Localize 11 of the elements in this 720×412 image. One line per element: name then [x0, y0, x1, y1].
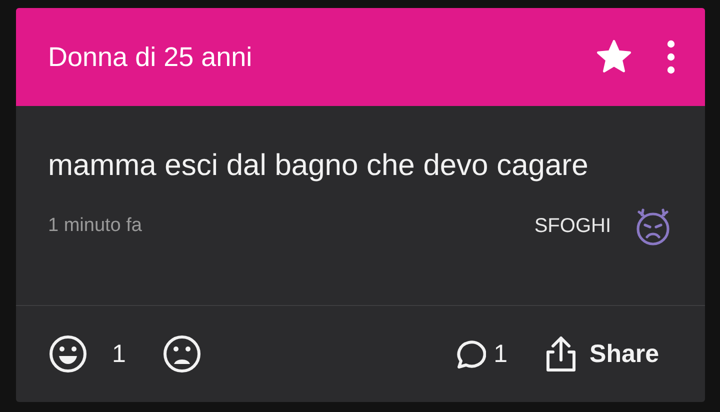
category-label[interactable]: SFOGHI: [534, 214, 611, 238]
post-text: mamma esci dal bagno che devo cagare: [48, 148, 590, 184]
more-menu-button[interactable]: [667, 40, 675, 74]
comments-button[interactable]: 1: [452, 337, 508, 371]
happy-face-button[interactable]: [48, 334, 88, 374]
post-time: 1 minuto fa: [48, 215, 143, 237]
sad-face-button[interactable]: [162, 334, 202, 374]
share-button[interactable]: Share: [544, 335, 659, 373]
reaction-count: 1: [112, 340, 126, 368]
share-icon: [544, 335, 578, 373]
card-title: Donna di 25 anni: [48, 42, 254, 72]
